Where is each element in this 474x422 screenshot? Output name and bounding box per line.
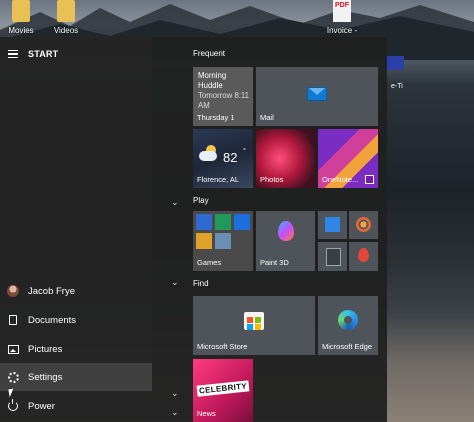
nav-item-power[interactable]: Power (0, 392, 152, 420)
tile-paint3d[interactable]: Paint 3D (256, 211, 315, 271)
video-editor-icon (325, 217, 340, 232)
chevron-down-icon[interactable]: ⌄ (171, 407, 179, 418)
mahjong-icon (215, 214, 231, 230)
tile-weather[interactable]: 82 ° Florence, AL (193, 129, 253, 188)
nav-item-documents[interactable]: Documents (0, 306, 152, 334)
icon-wrap (7, 399, 19, 412)
tile-calendar[interactable]: Morning Huddle Tomorrow 8:11 AM Thursday… (193, 67, 253, 126)
start-title: START (28, 49, 59, 59)
icon-wrap (7, 314, 19, 326)
tile-calculator[interactable] (318, 242, 347, 271)
mail-icon (307, 86, 327, 101)
store-icon (244, 312, 264, 330)
solitaire-icon (196, 214, 212, 230)
skype-icon (234, 214, 250, 230)
tile-label: Florence, AL (197, 175, 240, 184)
desktop-icon-label: Invoice - (326, 26, 358, 35)
tile-label: Photos (260, 175, 284, 184)
maps-pin-icon (358, 248, 369, 262)
calendar-event-time: Tomorrow 8:11 AM (198, 91, 249, 110)
chevron-down-icon[interactable]: ⌄ (171, 197, 179, 208)
document-icon (9, 315, 17, 325)
avatar-wrap (7, 285, 19, 297)
tile-onenote[interactable]: OneNote... (318, 129, 378, 188)
tile-maps[interactable] (349, 242, 378, 271)
groove-music-icon (356, 217, 371, 232)
desktop-icon-label: Videos (53, 26, 79, 35)
nav-item-label: Pictures (28, 343, 63, 355)
news-banner: CELEBRITY (196, 380, 250, 397)
hamburger-menu-icon[interactable] (8, 50, 18, 58)
pictures-icon (7, 344, 19, 354)
paint3d-icon (277, 221, 294, 241)
tile-news[interactable]: CELEBRITY News (193, 359, 253, 422)
nav-item-label: Settings (28, 371, 63, 383)
nav-item-pictures[interactable]: Pictures (0, 335, 152, 363)
edge-icon (338, 310, 358, 330)
tile-label: News (197, 409, 216, 418)
icon-wrap (7, 343, 19, 355)
tile-label: Mail (260, 113, 274, 122)
desktop-icon-invoice[interactable]: PDF Invoice - (322, 0, 362, 36)
onenote-badge-icon (365, 175, 374, 184)
weather-unit: ° (243, 148, 246, 155)
group-label-frequent: Frequent (193, 49, 226, 58)
tile-video-editor[interactable] (318, 211, 347, 239)
icon-wrap (7, 371, 19, 383)
tile-games[interactable]: Games (193, 211, 253, 271)
tile-mail[interactable]: Mail (256, 67, 378, 126)
tile-photos[interactable]: Photos (256, 129, 315, 188)
group-label-find: Find (193, 279, 209, 288)
pdf-icon: PDF (333, 0, 351, 22)
avatar (7, 285, 19, 297)
folder-icon (57, 0, 75, 22)
power-icon (8, 399, 18, 411)
tile-label: Microsoft Edge (322, 342, 373, 351)
tile-label: Paint 3D (260, 258, 289, 267)
gear-icon (7, 371, 19, 383)
tile-label: Microsoft Store (197, 342, 248, 351)
chevron-down-icon[interactable]: ⌄ (171, 388, 179, 399)
game-icon (215, 233, 231, 249)
calculator-icon (326, 248, 341, 266)
nav-item-user[interactable]: Jacob Frye (0, 277, 152, 305)
tile-label: OneNote... (322, 175, 359, 184)
tile-microsoft-edge[interactable]: Microsoft Edge (318, 296, 378, 355)
desktop-icon-label: Movies (8, 26, 34, 35)
start-nav-pane: START Jacob Frye Documents Pictures Sett… (0, 37, 152, 422)
calendar-event-title: Morning Huddle (198, 71, 227, 90)
nav-item-settings[interactable]: Settings (0, 363, 152, 391)
weather-temp: 82 (223, 150, 238, 165)
candy-icon (196, 233, 212, 249)
start-header: START (8, 47, 58, 61)
desktop-app-icon[interactable] (384, 56, 404, 70)
desktop-icon-movies[interactable]: Movies (3, 0, 39, 36)
tile-groove[interactable] (349, 211, 378, 239)
group-label-play: Play (193, 196, 209, 205)
desktop-icon-videos[interactable]: Videos (48, 0, 84, 36)
cloud-icon (199, 151, 217, 161)
start-menu: START Jacob Frye Documents Pictures Sett… (0, 37, 387, 422)
tile-microsoft-store[interactable]: Microsoft Store (193, 296, 315, 355)
nav-item-label: Documents (28, 314, 77, 326)
chevron-down-icon[interactable]: ⌄ (171, 277, 179, 288)
tile-label: Thursday 1 (197, 113, 235, 122)
nav-item-label: Power (28, 400, 55, 412)
desktop-partial-label: e-Ti (391, 83, 403, 90)
tile-label: Games (197, 258, 222, 267)
nav-item-label: Jacob Frye (28, 285, 75, 297)
folder-icon (12, 0, 30, 22)
